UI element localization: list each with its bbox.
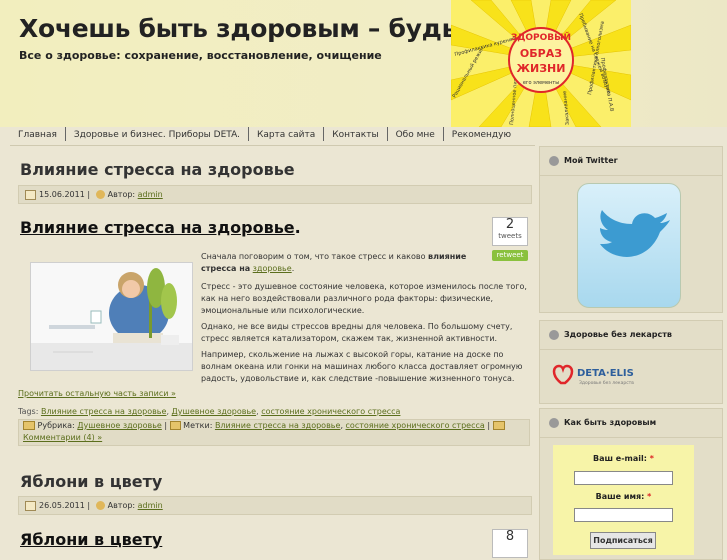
post-paragraph: Стресс - это душевное состояние человека… (201, 282, 527, 315)
post-paragraph: Например, скольжение на лыжах с высокой … (201, 350, 523, 383)
tweet-count: 2 (505, 217, 515, 232)
label-link[interactable]: Влияние стресса на здоровье (215, 421, 341, 430)
tweet-count: 8 (505, 529, 515, 544)
read-more-row: Прочитать остальную часть записи » (18, 388, 530, 400)
post-tags: Tags: Влияние стресса на здоровье, Душев… (18, 407, 401, 416)
author-label: Автор: (107, 190, 136, 199)
sun-center-label: ОБРАЗ (520, 47, 562, 60)
labels-label: Метки: (183, 421, 213, 430)
nav-item-business[interactable]: Здоровье и бизнес. Приборы DETA. (66, 127, 249, 141)
post-meta: 15.06.2011 | Автор: admin (18, 185, 532, 204)
sun-center-label: его элементы (523, 80, 559, 86)
post-inner-title: Яблони в цвету (20, 530, 162, 549)
deta-logo-tagline: Здоровье без лекарств (579, 380, 634, 386)
header-image: Пребывание на свежем воздухе Профилактик… (451, 0, 631, 127)
main-nav: Главная Здоровье и бизнес. Приборы DETA. К… (10, 127, 535, 146)
nav-item-about[interactable]: Обо мне (388, 127, 444, 141)
user-icon (95, 190, 105, 199)
nav-item-contacts[interactable]: Контакты (324, 127, 388, 141)
stressed-woman-image (31, 263, 192, 370)
widget-title: Мой Twitter (540, 147, 722, 176)
post-title[interactable]: Влияние стресса на здоровье (20, 160, 295, 179)
tweet-label: tweets (498, 232, 522, 240)
post-inner-title: Влияние стресса на здоровье. (20, 218, 301, 237)
label-link[interactable]: состояние хронического стресса (346, 421, 485, 430)
post-date: 15.06.2011 (39, 190, 85, 199)
how-to-be-healthy-widget: Как быть здоровым Ваш e-mail: * Ваше имя… (539, 408, 723, 560)
author-link[interactable]: admin (138, 190, 163, 199)
user-icon (95, 501, 105, 510)
email-field[interactable] (574, 471, 673, 485)
post-inner-title-link[interactable]: Влияние стресса на здоровье (20, 218, 295, 237)
calendar-icon (25, 500, 36, 511)
nav-item-sitemap[interactable]: Карта сайта (249, 127, 325, 141)
subscribe-button[interactable]: Подписаться (590, 532, 656, 549)
subscribe-form: Ваш e-mail: * Ваше имя: * Подписаться (553, 445, 694, 555)
post-inner-title-link[interactable]: Яблони в цвету (20, 530, 162, 549)
twitter-bird-link[interactable] (577, 183, 681, 308)
retweet-button[interactable]: retweet (492, 250, 528, 261)
post-date: 26.05.2011 (39, 501, 85, 510)
tag-link[interactable]: состояние хронического стресса (261, 407, 400, 416)
name-field[interactable] (574, 508, 673, 522)
calendar-icon (25, 189, 36, 200)
deta-elis-logo[interactable]: DETA·ELIS Здоровье без лекарств (551, 363, 676, 387)
nav-item-recommend[interactable]: Рекомендую (444, 127, 519, 141)
comments-link[interactable]: Комментарии (4) » (23, 433, 102, 442)
tag-link[interactable]: Душевное здоровье (172, 407, 257, 416)
site-title[interactable]: Хочешь быть здоровым – будь! (19, 14, 468, 43)
twitter-bird-icon (600, 210, 670, 257)
deta-elis-logo-image: DETA·ELIS Здоровье без лекарств (552, 364, 634, 386)
post-intro-text: Сначала поговорим о том, что такое стрес… (201, 252, 426, 261)
healthy-lifestyle-sun-image: Пребывание на свежем воздухе Профилактик… (451, 0, 631, 127)
nav-item-home[interactable]: Главная (10, 127, 66, 141)
folder-icon (23, 421, 35, 430)
health-widget: Здоровье без лекарств DETA·ELIS Здоровье… (539, 320, 723, 404)
sun-center-label: ЖИЗНИ (517, 62, 566, 75)
site-header: Хочешь быть здоровым – будь! Все о здоро… (0, 0, 727, 127)
post-categories: Рубрика: Душевное здоровье | Метки: Влия… (18, 419, 530, 446)
author-label: Автор: (107, 501, 136, 510)
widget-title: Здоровье без лекарств (540, 321, 722, 350)
widget-title: Как быть здоровым (540, 409, 722, 438)
read-more-link[interactable]: Прочитать остальную часть записи » (18, 389, 176, 398)
email-label: Ваш e-mail: * (593, 454, 654, 463)
name-label: Ваше имя: * (595, 492, 652, 501)
tags-label: Tags: (18, 407, 39, 416)
tweet-counter[interactable]: 2 tweets (492, 217, 528, 246)
author-link[interactable]: admin (138, 501, 163, 510)
tag-icon (169, 421, 181, 430)
rubric-label: Рубрика: (37, 421, 75, 430)
deta-logo-text: DETA·ELIS (577, 368, 634, 379)
site-description: Все о здоровье: сохранение, восстановлен… (19, 49, 382, 62)
post-paragraph: Однако, не все виды стрессов вредны для … (201, 322, 513, 343)
rubric-link[interactable]: Душевное здоровье (77, 421, 162, 430)
comment-icon (492, 421, 505, 430)
post-intro: Сначала поговорим о том, что такое стрес… (201, 252, 467, 273)
tag-link[interactable]: Влияние стресса на здоровье (41, 407, 167, 416)
tweet-counter[interactable]: 8 (492, 529, 528, 558)
sun-center-label: ЗДОРОВЫЙ (511, 31, 571, 43)
post-image (30, 262, 193, 371)
post-meta: 26.05.2011 | Автор: admin (18, 496, 532, 515)
twitter-widget: Мой Twitter (539, 146, 723, 313)
post-title[interactable]: Яблони в цвету (20, 472, 162, 491)
post-intro-link[interactable]: здоровье (253, 264, 292, 273)
